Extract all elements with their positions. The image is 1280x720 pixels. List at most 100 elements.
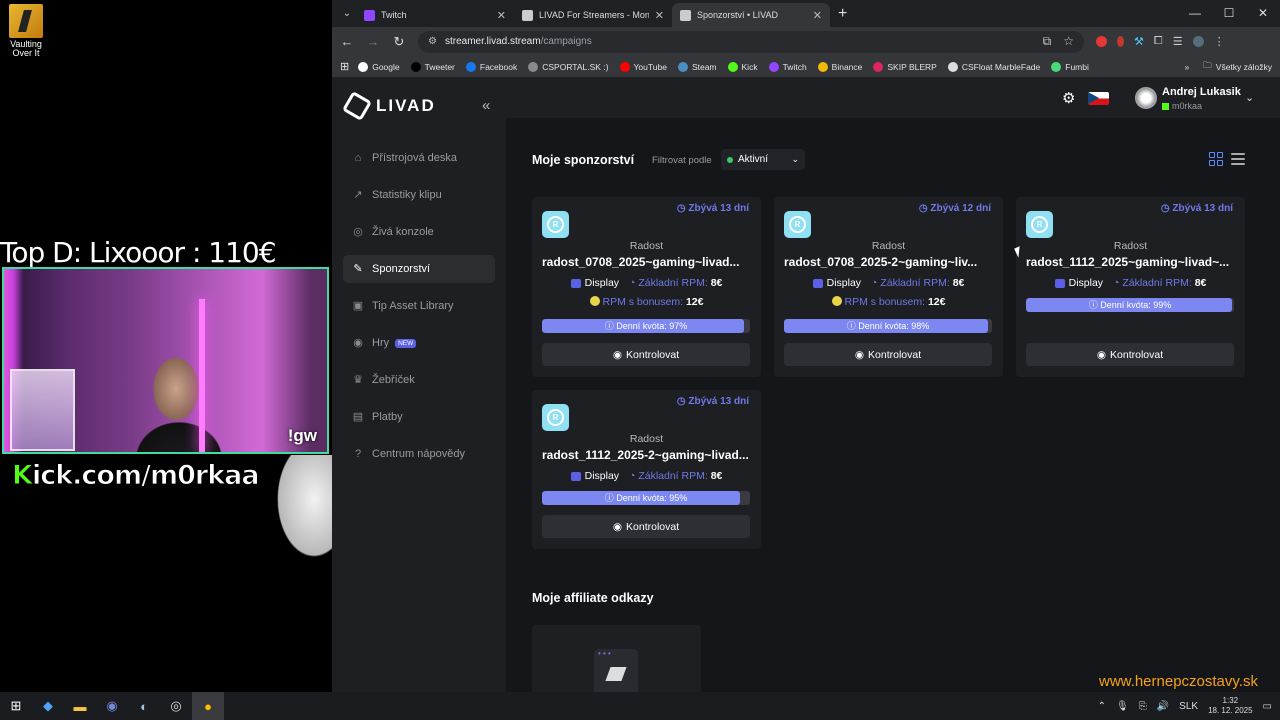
clock-icon: ◷ xyxy=(1160,203,1173,214)
bookmark-10[interactable]: SKIP BLERP xyxy=(873,61,937,72)
livad-logo[interactable]: LIVAD xyxy=(332,78,506,122)
bonus-rpm: RPM s bonusem: 12€ xyxy=(532,296,761,308)
apps-grid-icon[interactable]: ⊞ xyxy=(340,60,349,73)
bookmark-favicon-icon xyxy=(1051,61,1062,72)
sidebar-item-1[interactable]: ⌂ Přístrojová deska xyxy=(343,144,495,172)
daily-quota-bar: ⓘ Denní kvóta: 95% xyxy=(542,491,750,505)
bookmark-12[interactable]: Fumbi xyxy=(1051,61,1089,72)
taskbar-app-icon[interactable]: ◆ xyxy=(32,692,64,720)
collapse-sidebar-icon[interactable]: « xyxy=(482,97,490,114)
czech-flag-icon[interactable] xyxy=(1088,92,1109,105)
sidebar-item-7[interactable]: ♛ Žebříček xyxy=(343,366,495,394)
steam-icon[interactable]: ◐ xyxy=(128,692,160,720)
minimize-icon[interactable]: — xyxy=(1178,0,1212,27)
close-window-icon[interactable]: ✕ xyxy=(1246,0,1280,27)
sidebar-item-label: Hry xyxy=(372,337,390,349)
bookmark-1[interactable]: Google xyxy=(358,61,400,72)
daily-quota-bar: ⓘ Denní kvóta: 99% xyxy=(1026,298,1234,312)
sidebar-item-2[interactable]: ↗ Statistiky klipu xyxy=(343,181,495,209)
extension-tool-icon[interactable]: ⚒ xyxy=(1134,35,1144,48)
list-view-icon[interactable] xyxy=(1231,153,1245,165)
check-button[interactable]: ◉ Kontrolovat xyxy=(1026,343,1234,366)
forward-icon[interactable]: → xyxy=(366,34,380,49)
notifications-icon[interactable]: ▭ xyxy=(1263,701,1272,712)
bookmark-favicon-icon xyxy=(528,61,539,72)
tab-1[interactable]: Twitch ✕ xyxy=(356,3,514,27)
address-bar[interactable]: ⚙ streamer.livad.stream/campaigns ⧉ ☆ xyxy=(418,30,1084,53)
profile-icon[interactable] xyxy=(1192,36,1204,47)
quota-text: Denní kvóta: 95% xyxy=(616,493,688,503)
bookmark-label: Twitch xyxy=(782,61,807,72)
back-icon[interactable]: ← xyxy=(340,34,354,49)
bookmarks-overflow-icon[interactable]: » xyxy=(1185,62,1190,72)
bookmark-star-icon[interactable]: ☆ xyxy=(1063,34,1074,49)
new-tab-icon[interactable]: + xyxy=(838,5,847,23)
twitch-icon xyxy=(364,9,375,21)
start-windows-icon[interactable]: ⊞ xyxy=(0,692,32,720)
reload-icon[interactable]: ↻ xyxy=(392,34,406,50)
brand-logo-icon: R xyxy=(1026,211,1053,238)
all-bookmarks-folder[interactable]: 🗀 Všetky záložky xyxy=(1203,60,1272,74)
days-text: Zbývá 13 dní xyxy=(688,396,749,407)
clock[interactable]: 1:32 18. 12. 2025 xyxy=(1208,696,1252,716)
tab-close-icon[interactable]: ✕ xyxy=(497,9,506,22)
bookmark-4[interactable]: CSPORTAL.SK :) xyxy=(528,61,609,72)
check-button[interactable]: ◉ Kontrolovat xyxy=(542,515,750,538)
clock-icon: ◷ xyxy=(676,203,689,214)
sidebar-item-8[interactable]: ▤ Platby xyxy=(343,403,495,431)
site-info-icon[interactable]: ⚙ xyxy=(428,36,437,47)
sidebar-item-9[interactable]: ? Centrum nápovědy xyxy=(343,440,495,468)
megaphone-icon xyxy=(594,649,638,695)
tray-expand-icon[interactable]: ⌃ xyxy=(1098,701,1106,712)
desktop-shortcut-vaulting-over-it[interactable]: Vaulting Over It xyxy=(4,4,48,58)
user-icon: ◔ xyxy=(871,277,881,289)
bookmark-label: Tweeter xyxy=(424,61,455,72)
bookmark-9[interactable]: Binance xyxy=(817,61,862,72)
check-button[interactable]: ◉ Kontrolovat xyxy=(784,343,992,366)
install-app-icon[interactable]: ⧉ xyxy=(1043,34,1052,49)
check-button[interactable]: ◉ Kontrolovat xyxy=(542,343,750,366)
menu-kebab-icon[interactable]: ⋮ xyxy=(1214,35,1225,48)
sidebar-item-3[interactable]: ◎ Živá konzole xyxy=(343,218,495,246)
base-rpm: ◔ Základní RPM: 8€ xyxy=(629,470,722,482)
network-icon[interactable]: ⎘ xyxy=(1139,701,1147,712)
extension-red-icon[interactable] xyxy=(1096,36,1107,47)
settings-gear-icon[interactable]: ⚙ xyxy=(1062,89,1075,107)
maximize-icon[interactable]: ☐ xyxy=(1212,0,1246,27)
chrome-icon[interactable]: ● xyxy=(192,692,224,720)
status-filter-select[interactable]: Aktivní ⌄ xyxy=(721,149,805,170)
tab-close-icon[interactable]: ✕ xyxy=(813,9,822,22)
affiliate-card[interactable] xyxy=(532,625,701,695)
file-explorer-icon[interactable]: ▬ xyxy=(64,692,96,720)
bookmark-5[interactable]: YouTube xyxy=(619,61,667,72)
bookmark-3[interactable]: Facebook xyxy=(465,61,517,72)
bookmark-11[interactable]: CSFloat MarbleFade xyxy=(947,61,1040,72)
grid-view-icon[interactable] xyxy=(1209,152,1223,166)
sidebar-item-5[interactable]: ▣ Tip Asset Library xyxy=(343,292,495,320)
user-menu-chevron-icon[interactable]: ⌄ xyxy=(1245,91,1254,104)
bookmark-8[interactable]: Twitch xyxy=(768,61,807,72)
reading-list-icon[interactable]: ☰ xyxy=(1173,35,1183,48)
campaign-meta: Display ◔ Základní RPM: 8€ xyxy=(532,277,761,289)
obs-icon[interactable]: ◎ xyxy=(160,692,192,720)
tab-close-icon[interactable]: ✕ xyxy=(655,9,664,22)
campaign-card: ◷ Zbývá 13 dní R Radost radost_0708_2025~ga… xyxy=(532,197,761,377)
bookmark-7[interactable]: Kick xyxy=(727,61,758,72)
bookmark-6[interactable]: Steam xyxy=(677,61,717,72)
format-text: Display xyxy=(584,277,620,289)
extensions-puzzle-icon[interactable]: ⧠ xyxy=(1154,35,1163,48)
bookmark-2[interactable]: Tweeter xyxy=(410,61,455,72)
sidebar-item-6[interactable]: ◉ Hry NEW xyxy=(343,329,495,357)
tab-2[interactable]: LIVAD For Streamers - Monetiz ✕ xyxy=(514,3,672,27)
display-icon xyxy=(570,471,581,481)
tab-3[interactable]: Sponzorství • LIVAD ✕ xyxy=(672,3,830,27)
extension-pin-icon[interactable] xyxy=(1117,36,1124,47)
tab-search-chevron-icon[interactable]: ⌄ xyxy=(338,8,356,19)
microphone-icon[interactable]: 🎙 xyxy=(1116,701,1129,712)
avatar[interactable] xyxy=(1135,87,1157,109)
language-indicator[interactable]: SLK xyxy=(1179,701,1198,712)
discord-icon[interactable]: ◉ xyxy=(96,692,128,720)
sidebar-item-4[interactable]: ✎ Sponzorství xyxy=(343,255,495,283)
rpm-value: 8€ xyxy=(952,277,965,289)
volume-icon[interactable]: 🔊 xyxy=(1157,701,1169,712)
